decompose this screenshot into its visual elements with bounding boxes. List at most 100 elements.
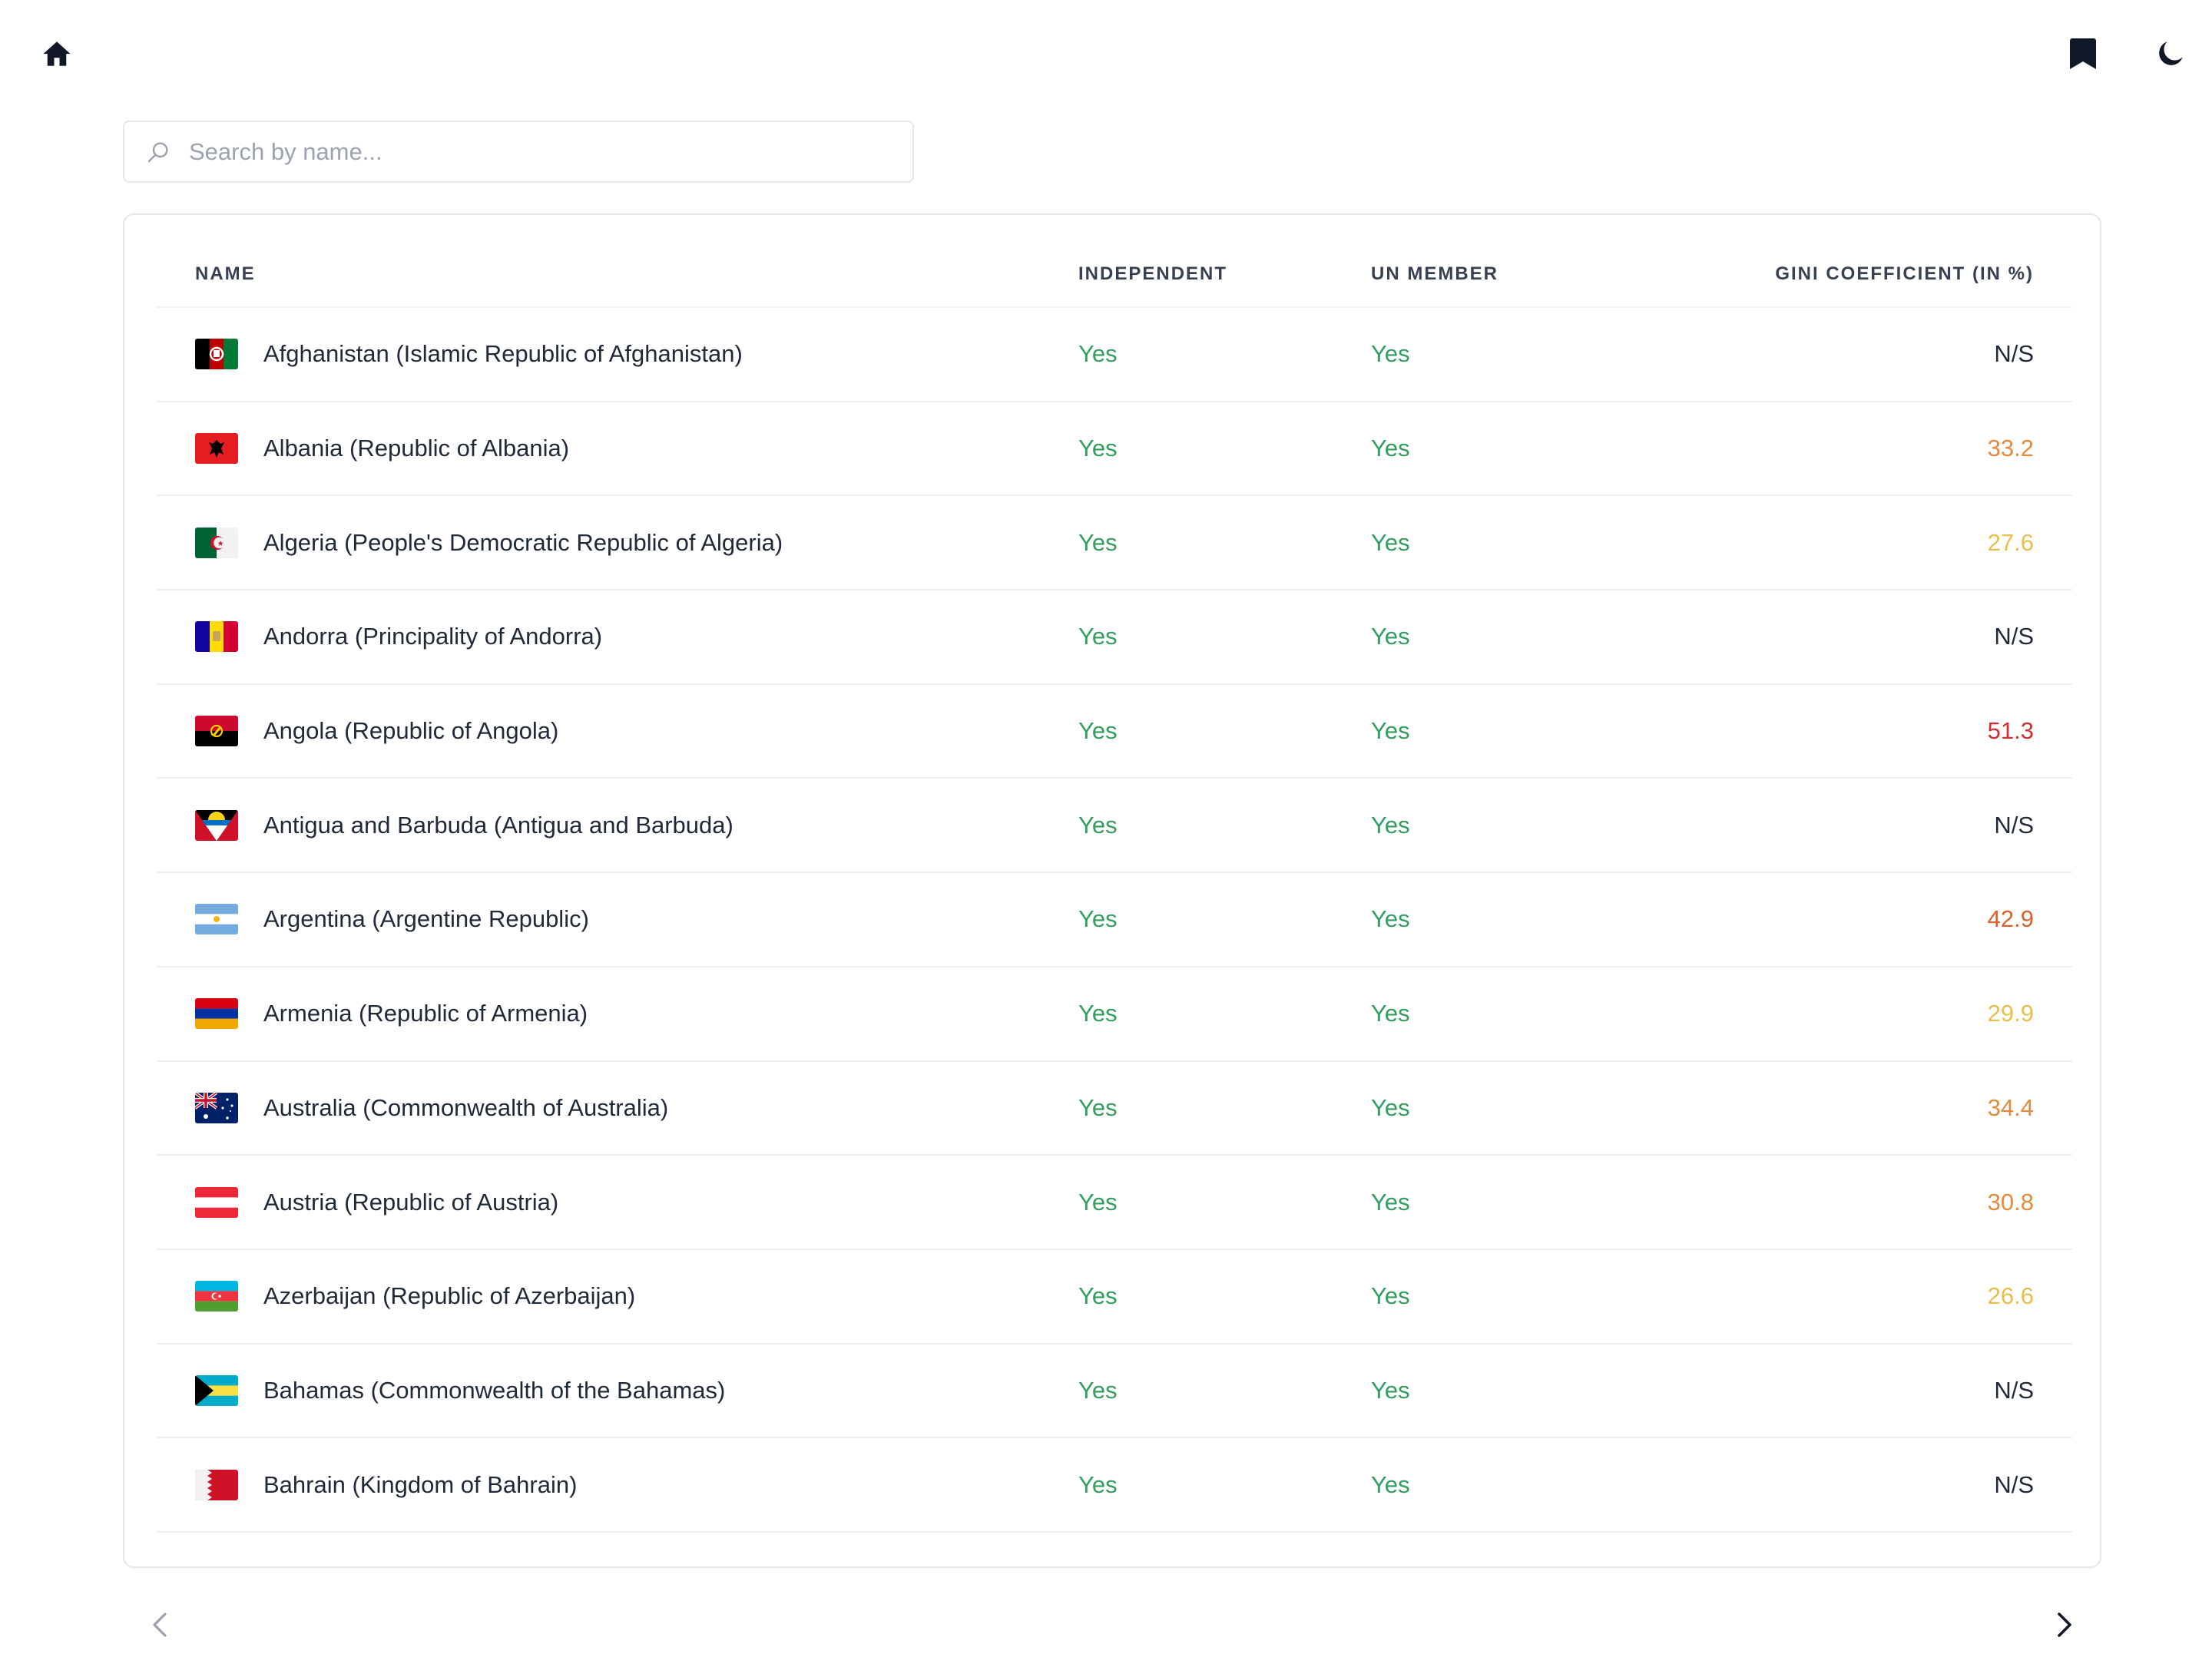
flag-am-icon [195,998,238,1030]
cell-un-member: Yes [1371,683,1664,779]
cell-name: Austria (Republic of Austria) [157,1155,1078,1250]
home-icon [43,41,71,66]
cell-name: Albania (Republic of Albania) [157,401,1078,497]
table-row[interactable]: Andorra (Principality of Andorra) Yes Yes N… [157,590,2072,685]
table-row[interactable]: Argentina (Argentine Republic) Yes Yes 42.9 [157,872,2072,968]
cell-un-member: Yes [1371,1060,1664,1156]
country-name-wrap: Algeria (People's Democratic Republic of… [195,527,1078,558]
country-name-wrap: Bahrain (Kingdom of Bahrain) [195,1469,1078,1500]
table-row[interactable]: Bahamas (Commonwealth of the Bahamas) Yes… [157,1343,2072,1439]
countries-card: NAME INDEPENDENT UN MEMBER GINI COEFFICI… [123,213,2101,1568]
country-name-wrap: Albania (Republic of Albania) [195,433,1078,465]
table-row[interactable]: Antigua and Barbuda (Antigua and Barbuda… [157,778,2072,874]
cell-name: Armenia (Republic of Armenia) [157,966,1078,1062]
moon-icon [2159,41,2183,65]
top-bar [0,0,2212,108]
cell-gini: 29.9 [1664,966,2072,1062]
search-box[interactable] [123,121,914,183]
flag-ao-icon [195,716,238,747]
country-name-wrap: Antigua and Barbuda (Antigua and Barbuda… [195,809,1078,841]
column-header-un-member[interactable]: UN MEMBER [1371,241,1664,308]
cell-un-member: Yes [1371,966,1664,1062]
bookmark-button[interactable] [2058,29,2108,78]
cell-gini: N/S [1664,1343,2072,1439]
chevron-left-icon [153,1612,167,1637]
flag-bh-icon [195,1469,238,1500]
next-page-button[interactable] [2041,1602,2088,1648]
flag-au-icon [195,1092,238,1123]
cell-name: Angola (Republic of Angola) [157,683,1078,779]
country-name: Andorra (Principality of Andorra) [263,623,603,650]
table-row[interactable]: Albania (Republic of Albania) Yes Yes 33.2 [157,401,2072,497]
cell-independent: Yes [1078,1249,1371,1345]
table-row[interactable]: Austria (Republic of Austria) Yes Yes 30.8 [157,1155,2072,1250]
cell-independent: Yes [1078,1343,1371,1439]
cell-independent: Yes [1078,1060,1371,1156]
country-name: Australia (Commonwealth of Australia) [263,1093,669,1121]
search-input[interactable] [189,137,880,166]
cell-name: Algeria (People's Democratic Republic of… [157,495,1078,591]
column-header-gini[interactable]: GINI COEFFICIENT (IN %) [1664,241,2072,308]
flag-dz-icon [195,527,238,558]
cell-un-member: Yes [1371,872,1664,968]
cell-gini: N/S [1664,1437,2072,1533]
search-icon [143,137,174,167]
country-name: Bahamas (Commonwealth of the Bahamas) [263,1376,726,1404]
cell-un-member: Yes [1371,307,1664,402]
bookmark-icon [2070,38,2096,69]
cell-independent: Yes [1078,1155,1371,1250]
table-row[interactable]: Azerbaijan (Republic of Azerbaijan) Yes Ye… [157,1249,2072,1345]
country-name: Afghanistan (Islamic Republic of Afghani… [263,340,743,368]
country-name-wrap: Argentina (Argentine Republic) [195,904,1078,935]
flag-ad-icon [195,621,238,653]
cell-gini: N/S [1664,778,2072,874]
cell-gini: 51.3 [1664,683,2072,779]
chevron-right-icon [2058,1612,2071,1637]
theme-toggle-button[interactable] [2146,29,2195,78]
cell-gini: N/S [1664,590,2072,685]
countries-table: NAME INDEPENDENT UN MEMBER GINI COEFFICI… [157,241,2072,1533]
home-button[interactable] [32,29,81,78]
previous-page-button[interactable] [137,1602,183,1648]
table-header-row: NAME INDEPENDENT UN MEMBER GINI COEFFICI… [157,241,2072,308]
cell-un-member: Yes [1371,1437,1664,1533]
country-name: Albania (Republic of Albania) [263,435,570,462]
cell-un-member: Yes [1371,1343,1664,1439]
table-row[interactable]: Angola (Republic of Angola) Yes Yes 51.3 [157,683,2072,779]
table-row[interactable]: Afghanistan (Islamic Republic of Afghani… [157,307,2072,402]
cell-independent: Yes [1078,872,1371,968]
cell-gini: 42.9 [1664,872,2072,968]
flag-ag-icon [195,809,238,841]
table-row[interactable]: Australia (Commonwealth of Australia) Yes… [157,1060,2072,1156]
country-name-wrap: Afghanistan (Islamic Republic of Afghani… [195,339,1078,370]
country-name-wrap: Australia (Commonwealth of Australia) [195,1092,1078,1123]
flag-al-icon [195,433,238,465]
column-header-name[interactable]: NAME [157,241,1078,308]
table-row[interactable]: Armenia (Republic of Armenia) Yes Yes 29.9 [157,966,2072,1062]
country-name: Bahrain (Kingdom of Bahrain) [263,1470,578,1498]
cell-un-member: Yes [1371,401,1664,497]
cell-un-member: Yes [1371,495,1664,591]
cell-gini: 26.6 [1664,1249,2072,1345]
flag-at-icon [195,1186,238,1218]
flag-az-icon [195,1281,238,1312]
table-row[interactable]: Algeria (People's Democratic Republic of… [157,495,2072,591]
cell-gini: 27.6 [1664,495,2072,591]
country-name: Argentina (Argentine Republic) [263,905,589,933]
cell-un-member: Yes [1371,1155,1664,1250]
cell-name: Andorra (Principality of Andorra) [157,590,1078,685]
country-name: Angola (Republic of Angola) [263,717,559,745]
table-row[interactable]: Bahrain (Kingdom of Bahrain) Yes Yes N/S [157,1437,2072,1533]
cell-gini: 34.4 [1664,1060,2072,1156]
country-name-wrap: Angola (Republic of Angola) [195,716,1078,747]
cell-name: Azerbaijan (Republic of Azerbaijan) [157,1249,1078,1345]
country-name: Armenia (Republic of Armenia) [263,1000,588,1027]
flag-bs-icon [195,1374,238,1406]
country-name-wrap: Armenia (Republic of Armenia) [195,998,1078,1030]
country-name: Austria (Republic of Austria) [263,1188,559,1216]
cell-name: Antigua and Barbuda (Antigua and Barbuda… [157,778,1078,874]
cell-independent: Yes [1078,966,1371,1062]
country-name-wrap: Bahamas (Commonwealth of the Bahamas) [195,1374,1078,1406]
cell-un-member: Yes [1371,590,1664,685]
column-header-independent[interactable]: INDEPENDENT [1078,241,1371,308]
